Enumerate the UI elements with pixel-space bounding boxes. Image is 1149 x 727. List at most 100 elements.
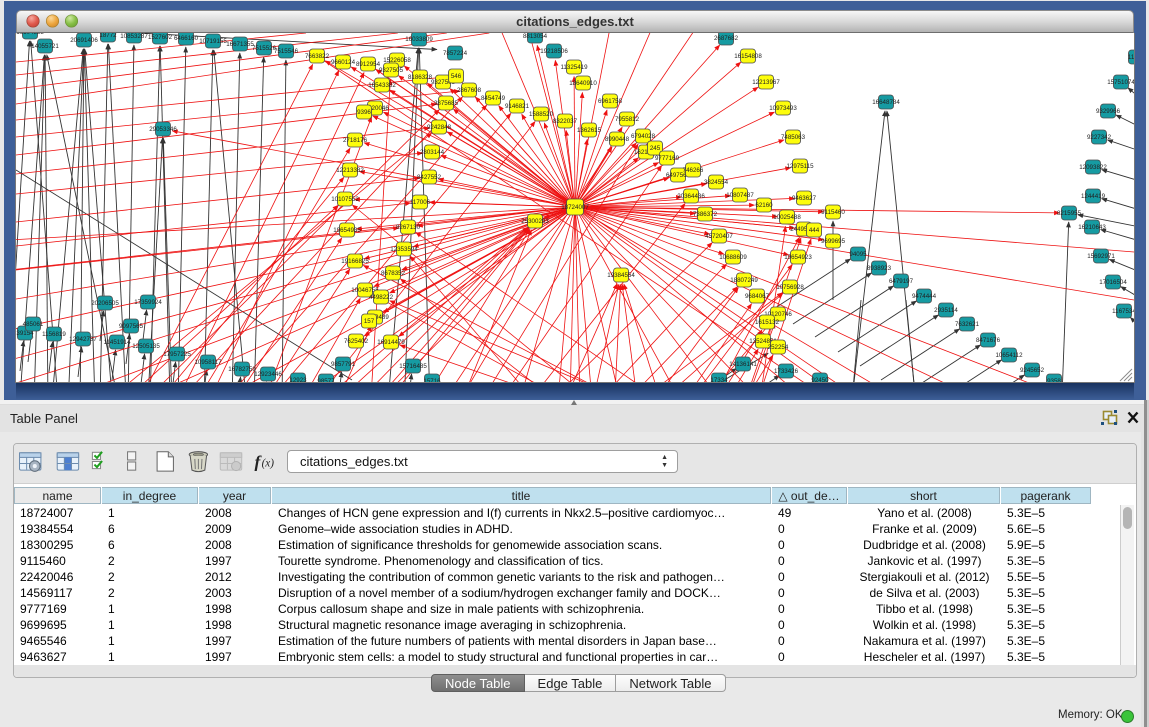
- svg-text:117006: 117006: [410, 199, 431, 206]
- svg-text:746266: 746266: [683, 167, 704, 174]
- svg-text:9097565: 9097565: [119, 323, 144, 330]
- svg-text:252254: 252254: [768, 344, 789, 351]
- svg-text:15716485: 15716485: [399, 363, 427, 370]
- svg-text:6479197: 6479197: [889, 278, 914, 285]
- svg-text:18724007: 18724007: [561, 204, 589, 211]
- svg-text:12505135: 12505135: [132, 343, 160, 350]
- svg-text:9242848: 9242848: [427, 124, 452, 131]
- svg-text:1733426: 1733426: [774, 368, 799, 375]
- svg-text:8912954: 8912954: [356, 61, 381, 68]
- svg-text:485061: 485061: [23, 321, 44, 328]
- svg-text:16782759: 16782759: [228, 366, 256, 373]
- svg-text:11451914: 11451914: [103, 339, 131, 346]
- svg-text:9146821: 9146821: [505, 103, 530, 110]
- svg-text:6466160: 6466160: [174, 35, 199, 42]
- svg-text:9684067: 9684067: [745, 293, 770, 300]
- svg-text:29053346: 29053346: [149, 126, 177, 133]
- svg-text:8215955: 8215955: [1057, 210, 1082, 217]
- svg-text:18807249: 18807249: [730, 277, 758, 284]
- svg-text:9660124: 9660124: [331, 59, 356, 66]
- svg-text:546: 546: [451, 73, 462, 80]
- svg-text:1244419: 1244419: [1081, 193, 1106, 200]
- svg-text:19654935: 19654935: [333, 227, 361, 234]
- svg-text:12213967: 12213967: [752, 79, 780, 86]
- svg-text:10807487: 10807487: [726, 192, 754, 199]
- svg-text:245: 245: [650, 145, 661, 152]
- svg-text:3824554: 3824554: [704, 179, 729, 186]
- svg-text:12975115: 12975115: [786, 163, 814, 170]
- svg-text:7515526: 7515526: [252, 45, 277, 52]
- svg-text:9857791: 9857791: [331, 361, 356, 368]
- svg-text:3875685: 3875685: [434, 100, 459, 107]
- svg-text:157: 157: [364, 318, 375, 325]
- svg-text:12942737: 12942737: [69, 336, 97, 343]
- svg-text:6961758: 6961758: [598, 98, 623, 105]
- svg-text:7485063: 7485063: [781, 134, 806, 141]
- svg-text:15751074: 15751074: [1107, 79, 1134, 86]
- svg-text:20364436: 20364436: [677, 193, 705, 200]
- svg-text:10719155: 10719155: [199, 38, 227, 45]
- svg-text:8186328: 8186328: [408, 74, 433, 81]
- svg-text:17334: 17334: [710, 377, 728, 382]
- svg-text:8454749: 8454749: [481, 95, 506, 102]
- svg-text:10107552: 10107552: [331, 196, 359, 203]
- svg-text:9358: 9358: [1047, 378, 1061, 382]
- svg-text:9327505: 9327505: [379, 67, 404, 74]
- svg-text:9699695: 9699695: [821, 238, 846, 245]
- svg-text:8471676: 8471676: [976, 337, 1001, 344]
- svg-text:10973493: 10973493: [769, 105, 797, 112]
- svg-text:16210643: 16210643: [1078, 224, 1106, 231]
- svg-text:15692971: 15692971: [1087, 253, 1115, 260]
- svg-text:8322037: 8322037: [553, 118, 578, 125]
- svg-text:8267130: 8267130: [396, 224, 421, 231]
- svg-text:17359924: 17359924: [134, 299, 162, 306]
- svg-text:9777169: 9777169: [655, 155, 680, 162]
- svg-text:8678352: 8678352: [381, 270, 406, 277]
- svg-text:2867608: 2867608: [457, 87, 482, 94]
- svg-text:98577: 98577: [317, 378, 335, 382]
- svg-text:92450: 92450: [811, 377, 829, 382]
- svg-text:1362615: 1362615: [577, 127, 602, 134]
- svg-text:11125: 11125: [1128, 54, 1134, 61]
- svg-text:6794028: 6794028: [631, 133, 656, 140]
- svg-text:1156819: 1156819: [42, 331, 66, 338]
- svg-text:4498222: 4498222: [369, 294, 394, 301]
- svg-text:16154808: 16154808: [734, 53, 762, 60]
- svg-text:9474444: 9474444: [912, 293, 937, 300]
- svg-text:94095: 94095: [849, 251, 867, 258]
- svg-text:1615132: 1615132: [755, 319, 780, 326]
- svg-text:1588520: 1588520: [529, 111, 554, 118]
- svg-text:62160: 62160: [755, 202, 773, 209]
- svg-text:17957225: 17957225: [163, 351, 191, 358]
- svg-text:8990448: 8990448: [605, 136, 630, 143]
- svg-text:12923446: 12923446: [254, 371, 282, 378]
- svg-text:7625402: 7625402: [344, 338, 369, 345]
- svg-text:2935114: 2935114: [934, 307, 958, 314]
- svg-text:12923: 12923: [289, 377, 307, 382]
- svg-text:10654112: 10654112: [995, 352, 1023, 359]
- svg-text:10756928: 10756928: [776, 284, 804, 291]
- svg-text:9115460: 9115460: [821, 209, 845, 216]
- svg-text:10688609: 10688609: [719, 254, 747, 261]
- svg-text:14055721: 14055721: [31, 43, 59, 50]
- svg-text:12093822: 12093822: [1079, 164, 1107, 171]
- svg-text:18640910: 18640910: [569, 80, 597, 87]
- svg-text:7955812: 7955812: [615, 116, 640, 123]
- svg-text:10958117: 10958117: [194, 359, 222, 366]
- svg-text:2687682: 2687682: [714, 35, 739, 42]
- svg-text:19654923: 19654923: [784, 254, 812, 261]
- svg-text:14136141: 14136141: [729, 361, 757, 368]
- svg-text:19166825: 19166825: [341, 258, 369, 265]
- svg-text:9245652: 9245652: [1020, 367, 1045, 374]
- svg-text:16914479: 16914479: [377, 339, 405, 346]
- svg-text:2803144: 2803144: [420, 149, 445, 156]
- svg-text:16104353: 16104353: [16, 33, 44, 36]
- svg-text:20206505: 20206505: [91, 300, 119, 307]
- svg-text:16543382: 16543382: [368, 82, 396, 89]
- svg-text:25300283: 25300283: [521, 218, 549, 225]
- svg-text:20691406: 20691406: [70, 37, 98, 44]
- svg-text:15716: 15716: [423, 378, 441, 382]
- svg-text:7663822: 7663822: [305, 53, 330, 60]
- svg-text:16648784: 16648784: [872, 99, 900, 106]
- svg-text:1527602: 1527602: [148, 34, 173, 41]
